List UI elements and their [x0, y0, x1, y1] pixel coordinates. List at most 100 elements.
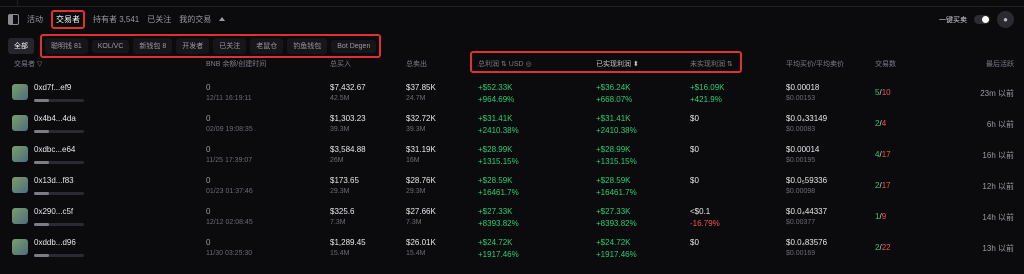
cell-address[interactable]: 0x290...c5f [34, 207, 73, 216]
avatar[interactable] [12, 84, 28, 100]
cell-avg-sell: $0.00083 [786, 126, 816, 133]
cell-bought-amt: 7.3M [330, 219, 346, 226]
tab-holders-label: 持有者 [93, 14, 117, 24]
cell-realized-pct: +16461.7% [596, 188, 637, 197]
table-row[interactable]: 0xddb...d96 0 11/30 03:25:30 $1,289.45 15.4M… [0, 235, 1024, 266]
cell-unrealized: $0 [690, 176, 699, 185]
cell-bought: $7,432.67 [330, 83, 366, 92]
trade-count: 5/10 [875, 88, 891, 97]
cell-avg-buy: $0.0₄44337 [786, 207, 828, 216]
avatar[interactable] [12, 239, 28, 255]
col-trades[interactable]: 交易数 [875, 59, 896, 69]
cell-realized-pct: +668.07% [596, 95, 633, 104]
holding-bar-fill [34, 223, 49, 226]
avatar[interactable] [12, 115, 28, 131]
filter-all[interactable]: 全部 [8, 38, 34, 54]
table-row[interactable]: 0xdbc...e64 0 11/25 17:39:07 $3,584.88 26M $3… [0, 142, 1024, 173]
buy-count: 5 [875, 88, 880, 97]
quick-trade-toggle[interactable] [974, 15, 990, 24]
cell-created: 12/11 16:19:11 [206, 95, 252, 102]
avatar[interactable] [12, 146, 28, 162]
cell-bnb: 0 [206, 207, 211, 216]
cell-avg-buy: $0.00014 [786, 145, 820, 154]
filter-phishing[interactable]: 钓鱼钱包 [287, 38, 328, 54]
cell-sold-amt: 39.3M [406, 126, 426, 133]
cell-realized: +$28.99K [596, 145, 631, 154]
cell-avg-buy: $0.0₅59336 [786, 176, 828, 185]
sell-count: 9 [881, 212, 887, 221]
avatar[interactable] [12, 177, 28, 193]
filter-developer[interactable]: 开发者 [176, 38, 210, 54]
holding-bar [34, 254, 84, 257]
buy-count: 2 [875, 243, 880, 252]
tab-following[interactable]: 已关注 [147, 14, 171, 25]
filter-bot-degen[interactable]: Bot Degen [331, 39, 377, 53]
filter-icon[interactable]: ▽ [37, 61, 42, 68]
avatar[interactable] [12, 208, 28, 224]
col-bnb-balance[interactable]: BNB 余额/创建时间 [206, 59, 266, 69]
cell-address[interactable]: 0xdbc...e64 [34, 145, 75, 154]
cell-address[interactable]: 0x4b4...4da [34, 114, 76, 123]
col-total-sold[interactable]: 总卖出 [406, 59, 427, 69]
filter-kol-vc[interactable]: KOL/VC [91, 39, 130, 53]
cell-profit-pct: +964.69% [478, 95, 515, 104]
table-row[interactable]: 0x13d...f83 0 01/23 01:37:46 $173.65 29.3M $2… [0, 173, 1024, 204]
cell-sold-amt: 16M [406, 157, 420, 164]
cell-bought-amt: 42.5M [330, 95, 350, 102]
buy-count: 2 [875, 119, 880, 128]
table-row[interactable]: 0xd7f...ef9 0 12/11 16:19:11 $7,432.67 42.5M… [0, 80, 1024, 111]
trade-count: 2/22 [875, 243, 891, 252]
cell-sold: $32.72K [406, 114, 436, 123]
cell-profit: +$52.33K [478, 83, 513, 92]
cell-address[interactable]: 0xddb...d96 [34, 238, 76, 247]
filter-new-wallet[interactable]: 新钱包 8 [133, 38, 173, 54]
settings-icon[interactable]: ● [997, 11, 1014, 28]
cell-avg-sell: $0.00377 [786, 219, 816, 226]
filter-followed[interactable]: 已关注 [213, 38, 247, 54]
cell-created: 11/25 17:39:07 [206, 157, 253, 164]
cell-sold: $27.66K [406, 207, 436, 216]
cell-bought: $1,289.45 [330, 238, 366, 247]
cell-unrealized: +$16.09K [690, 83, 725, 92]
cell-realized: +$31.41K [596, 114, 631, 123]
table-row[interactable]: 0x4b4...4da 0 02/09 19:08:35 $1,303.23 39.3M… [0, 111, 1024, 142]
col-last-trade[interactable]: 最后活跃 [986, 59, 1014, 69]
panel-toggle-icon[interactable] [8, 13, 19, 25]
cell-bnb: 0 [206, 176, 211, 185]
quick-trade-label: 一键买卖 [939, 16, 967, 24]
tab-activity[interactable]: 活动 [27, 14, 43, 25]
collapse-caret-icon[interactable] [219, 17, 226, 21]
col-trader[interactable]: 交易者 ▽ [14, 59, 42, 69]
tab-traders[interactable]: 交易者 [51, 9, 85, 29]
cell-address[interactable]: 0x13d...f83 [34, 176, 74, 185]
cell-bought: $3,584.88 [330, 145, 366, 154]
cell-profit-pct: +1315.15% [478, 157, 519, 166]
filter-smart-money[interactable]: 聪明钱 81 [45, 38, 88, 54]
tab-my-trades[interactable]: 我的交易 [179, 14, 211, 25]
cell-profit-pct: +8393.82% [478, 219, 519, 228]
buy-count: 2 [875, 181, 880, 190]
tab-holders[interactable]: 持有者 3,541 [93, 14, 139, 25]
holding-bar-fill [34, 161, 49, 164]
cell-realized: +$27.33K [596, 207, 631, 216]
cell-profit: +$24.72K [478, 238, 513, 247]
col-total-bought[interactable]: 总买入 [330, 59, 351, 69]
sell-count: 22 [881, 243, 891, 252]
cell-last: 6h 以前 [986, 120, 1014, 129]
table-row[interactable]: 0x290...c5f 0 12/12 02:08:45 $325.6 7.3M $27.… [0, 204, 1024, 235]
col-avg-price[interactable]: 平均买价/平均卖价 [786, 59, 844, 69]
cell-sold: $37.85K [406, 83, 436, 92]
filter-insider[interactable]: 老鼠仓 [250, 38, 284, 54]
holding-bar-fill [34, 254, 49, 257]
trade-count: 1/9 [875, 212, 887, 221]
cell-profit: +$31.41K [478, 114, 513, 123]
trade-count: 2/4 [875, 119, 887, 128]
cell-address[interactable]: 0xd7f...ef9 [34, 83, 71, 92]
cell-realized-pct: +8393.82% [596, 219, 637, 228]
cell-unrealized: $0 [690, 145, 699, 154]
cell-profit: +$27.33K [478, 207, 513, 216]
cell-last: 14h 以前 [982, 213, 1014, 222]
col-trader-label: 交易者 [14, 61, 35, 68]
cell-last: 13h 以前 [982, 244, 1014, 253]
cell-last: 16h 以前 [982, 151, 1014, 160]
